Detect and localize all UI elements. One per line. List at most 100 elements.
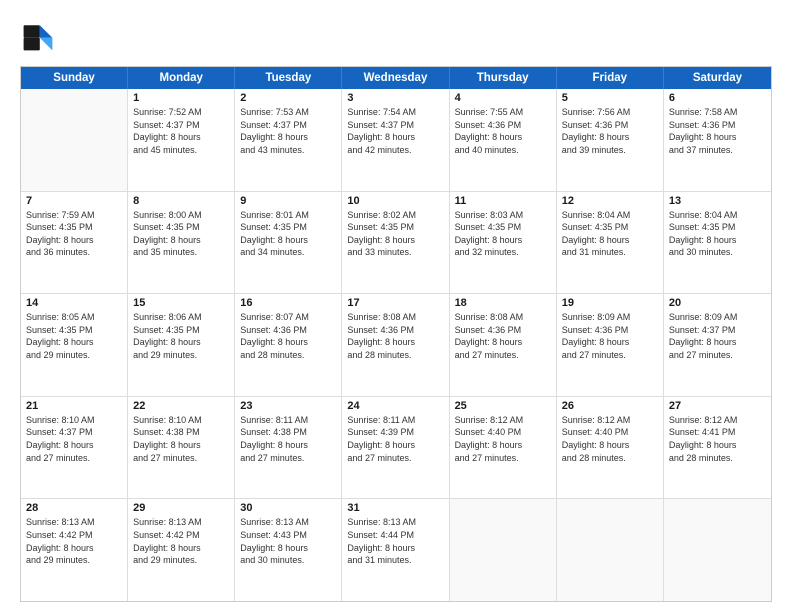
cell-info-line: Daylight: 8 hours xyxy=(240,131,336,144)
day-cell-2: 2Sunrise: 7:53 AMSunset: 4:37 PMDaylight… xyxy=(235,89,342,191)
day-number: 31 xyxy=(347,502,443,514)
day-cell-25: 25 Sunrise: 8:12 AMSunset: 4:40 PMDayligh… xyxy=(450,397,557,499)
cell-info-line: Daylight: 8 hours xyxy=(455,439,551,452)
cell-info-line: and 29 minutes. xyxy=(133,349,229,362)
cell-info-line: Sunrise: 8:11 AM xyxy=(347,414,443,427)
day-number: 19 xyxy=(562,297,658,309)
weekday-header-sunday: Sunday xyxy=(21,67,128,89)
cell-info-line: Sunset: 4:37 PM xyxy=(240,119,336,132)
day-cell-30: 30Sunrise: 8:13 AMSunset: 4:43 PMDayligh… xyxy=(235,499,342,601)
logo-icon xyxy=(20,18,56,54)
cell-info-line: and 33 minutes. xyxy=(347,246,443,259)
cell-info-line: and 30 minutes. xyxy=(240,554,336,567)
weekday-header-wednesday: Wednesday xyxy=(342,67,449,89)
cell-info-line: Sunset: 4:36 PM xyxy=(240,324,336,337)
cell-info-line: Sunset: 4:39 PM xyxy=(347,426,443,439)
day-cell-29: 29Sunrise: 8:13 AMSunset: 4:42 PMDayligh… xyxy=(128,499,235,601)
day-cell-22: 22Sunrise: 8:10 AMSunset: 4:38 PMDayligh… xyxy=(128,397,235,499)
calendar-body: 1Sunrise: 7:52 AMSunset: 4:37 PMDaylight… xyxy=(21,89,771,601)
weekday-header-monday: Monday xyxy=(128,67,235,89)
cell-info-line: Sunset: 4:43 PM xyxy=(240,529,336,542)
day-cell-9: 9Sunrise: 8:01 AMSunset: 4:35 PMDaylight… xyxy=(235,192,342,294)
cell-info-line: Sunrise: 8:04 AM xyxy=(562,209,658,222)
calendar-row-2: 14Sunrise: 8:05 AMSunset: 4:35 PMDayligh… xyxy=(21,293,771,396)
day-cell-26: 26Sunrise: 8:12 AMSunset: 4:40 PMDayligh… xyxy=(557,397,664,499)
cell-info-line: and 42 minutes. xyxy=(347,144,443,157)
cell-info-line: Sunrise: 8:13 AM xyxy=(347,516,443,529)
cell-info-line: Sunset: 4:36 PM xyxy=(455,324,551,337)
cell-info-line: Sunrise: 8:13 AM xyxy=(133,516,229,529)
cell-info-line: Sunset: 4:40 PM xyxy=(455,426,551,439)
day-number: 9 xyxy=(240,195,336,207)
cell-info-line: Daylight: 8 hours xyxy=(455,234,551,247)
cell-info-line: and 27 minutes. xyxy=(347,452,443,465)
day-cell-13: 13Sunrise: 8:04 AMSunset: 4:35 PMDayligh… xyxy=(664,192,771,294)
cell-info-line: Sunrise: 8:11 AM xyxy=(240,414,336,427)
cell-info-line: Daylight: 8 hours xyxy=(669,336,766,349)
cell-info-line: Sunrise: 8:01 AM xyxy=(240,209,336,222)
cell-info-line: Sunset: 4:35 PM xyxy=(562,221,658,234)
day-number: 11 xyxy=(455,195,551,207)
cell-info-line: Sunset: 4:37 PM xyxy=(347,119,443,132)
cell-info-line: and 27 minutes. xyxy=(455,452,551,465)
cell-info-line: Sunrise: 8:12 AM xyxy=(455,414,551,427)
day-cell-6: 6Sunrise: 7:58 AMSunset: 4:36 PMDaylight… xyxy=(664,89,771,191)
cell-info-line: Daylight: 8 hours xyxy=(133,234,229,247)
day-cell-17: 17Sunrise: 8:08 AMSunset: 4:36 PMDayligh… xyxy=(342,294,449,396)
cell-info-line: Sunrise: 8:00 AM xyxy=(133,209,229,222)
cell-info-line: Sunrise: 7:54 AM xyxy=(347,106,443,119)
day-cell-19: 19Sunrise: 8:09 AMSunset: 4:36 PMDayligh… xyxy=(557,294,664,396)
day-cell-14: 14Sunrise: 8:05 AMSunset: 4:35 PMDayligh… xyxy=(21,294,128,396)
cell-info-line: and 35 minutes. xyxy=(133,246,229,259)
weekday-header-friday: Friday xyxy=(557,67,664,89)
cell-info-line: Daylight: 8 hours xyxy=(669,439,766,452)
day-cell-10: 10Sunrise: 8:02 AMSunset: 4:35 PMDayligh… xyxy=(342,192,449,294)
day-number: 12 xyxy=(562,195,658,207)
cell-info-line: and 28 minutes. xyxy=(240,349,336,362)
cell-info-line: Sunset: 4:41 PM xyxy=(669,426,766,439)
cell-info-line: and 28 minutes. xyxy=(347,349,443,362)
cell-info-line: Sunset: 4:36 PM xyxy=(455,119,551,132)
day-cell-11: 11Sunrise: 8:03 AMSunset: 4:35 PMDayligh… xyxy=(450,192,557,294)
cell-info-line: and 36 minutes. xyxy=(26,246,122,259)
day-number: 4 xyxy=(455,92,551,104)
cell-info-line: and 37 minutes. xyxy=(669,144,766,157)
day-number: 21 xyxy=(26,400,122,412)
cell-info-line: and 39 minutes. xyxy=(562,144,658,157)
cell-info-line: Daylight: 8 hours xyxy=(240,439,336,452)
cell-info-line: Sunset: 4:35 PM xyxy=(347,221,443,234)
day-cell-8: 8Sunrise: 8:00 AMSunset: 4:35 PMDaylight… xyxy=(128,192,235,294)
cell-info-line: Daylight: 8 hours xyxy=(562,336,658,349)
day-number: 22 xyxy=(133,400,229,412)
cell-info-line: and 31 minutes. xyxy=(347,554,443,567)
day-number: 18 xyxy=(455,297,551,309)
cell-info-line: Sunrise: 8:02 AM xyxy=(347,209,443,222)
cell-info-line: Sunset: 4:37 PM xyxy=(669,324,766,337)
cell-info-line: Sunset: 4:42 PM xyxy=(133,529,229,542)
day-number: 29 xyxy=(133,502,229,514)
logo xyxy=(20,18,60,54)
cell-info-line: and 29 minutes. xyxy=(26,554,122,567)
cell-info-line: Sunrise: 8:12 AM xyxy=(669,414,766,427)
day-number: 6 xyxy=(669,92,766,104)
cell-info-line: Sunrise: 7:56 AM xyxy=(562,106,658,119)
cell-info-line: Daylight: 8 hours xyxy=(240,336,336,349)
calendar-row-1: 7Sunrise: 7:59 AMSunset: 4:35 PMDaylight… xyxy=(21,191,771,294)
day-number: 7 xyxy=(26,195,122,207)
cell-info-line: and 27 minutes. xyxy=(240,452,336,465)
day-number: 27 xyxy=(669,400,766,412)
cell-info-line: Daylight: 8 hours xyxy=(26,542,122,555)
day-cell-1: 1Sunrise: 7:52 AMSunset: 4:37 PMDaylight… xyxy=(128,89,235,191)
cell-info-line: Daylight: 8 hours xyxy=(133,131,229,144)
cell-info-line: Sunrise: 7:53 AM xyxy=(240,106,336,119)
day-number: 25 xyxy=(455,400,551,412)
cell-info-line: Daylight: 8 hours xyxy=(347,234,443,247)
day-cell-5: 5Sunrise: 7:56 AMSunset: 4:36 PMDaylight… xyxy=(557,89,664,191)
cell-info-line: Sunset: 4:35 PM xyxy=(240,221,336,234)
day-number: 1 xyxy=(133,92,229,104)
cell-info-line: Daylight: 8 hours xyxy=(26,336,122,349)
cell-info-line: Sunset: 4:36 PM xyxy=(669,119,766,132)
cell-info-line: and 27 minutes. xyxy=(669,349,766,362)
day-cell-20: 20Sunrise: 8:09 AMSunset: 4:37 PMDayligh… xyxy=(664,294,771,396)
cell-info-line: Daylight: 8 hours xyxy=(562,439,658,452)
